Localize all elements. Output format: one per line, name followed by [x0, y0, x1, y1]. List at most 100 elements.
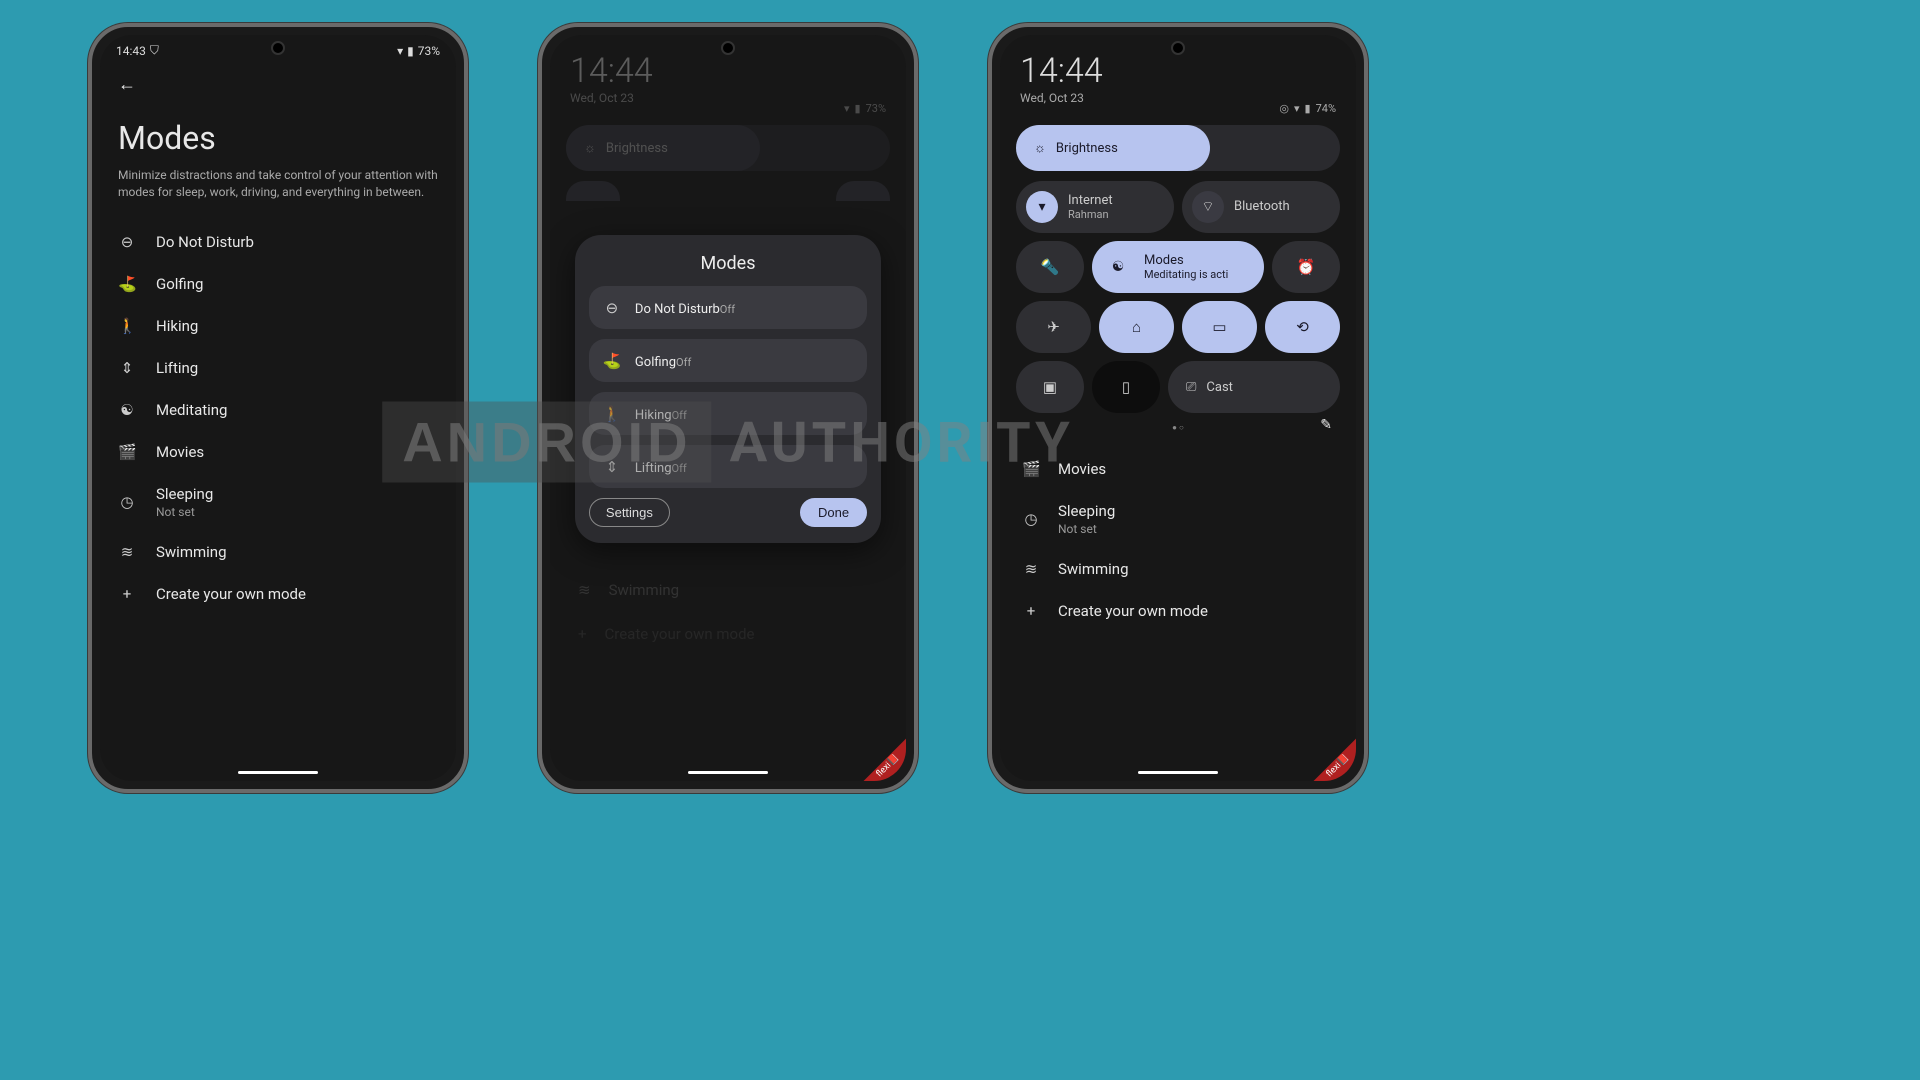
dialog-title: Modes — [589, 253, 867, 274]
mode-row[interactable]: ⊖Do Not Disturb — [100, 221, 456, 263]
flexi-corner-tag: flexi📕 — [1296, 721, 1356, 781]
qs-battery: 74% — [1316, 102, 1336, 115]
status-battery: 73% — [418, 44, 440, 58]
tile-home[interactable]: ⌂ — [1099, 301, 1174, 353]
tile-bluetooth[interactable]: ⌔ Bluetooth — [1182, 181, 1340, 233]
mode-row[interactable]: 🎬 Movies — [100, 431, 456, 473]
phone-qs-tiles: 14:44 Wed, Oct 23 ◎ ▾ ▮ 74% ☼ Brightness… — [988, 23, 1368, 793]
status-time: 14:43 — [116, 44, 146, 58]
battery-icon: ▮ — [1305, 102, 1311, 115]
tile-cast[interactable]: ⎚ Cast — [1168, 361, 1340, 413]
page-title: Modes — [100, 95, 456, 167]
mode-label: Swimming — [156, 543, 227, 561]
nav-indicator[interactable] — [688, 771, 768, 774]
tile-wallet[interactable]: ▭ — [1182, 301, 1257, 353]
tile-title: Cast — [1206, 380, 1233, 395]
nav-indicator[interactable] — [1138, 771, 1218, 774]
nav-indicator[interactable] — [238, 771, 318, 774]
cast-icon: ⎚ — [1186, 380, 1196, 395]
mode-icon: ◷ — [118, 493, 136, 511]
mode-label: Do Not Disturb — [635, 302, 720, 317]
location-icon: ◎ — [1279, 102, 1289, 115]
battery-icon: ▮ — [407, 44, 414, 58]
front-camera — [1171, 41, 1185, 55]
mode-icon: ⇕ — [118, 359, 136, 377]
mode-icon: + — [1022, 602, 1040, 620]
back-button[interactable]: ← — [100, 62, 456, 95]
modes-list-below: 🎬Movies◷SleepingNot set ≋ Swimming + Create … — [1000, 438, 1356, 632]
mode-icon: ≋ — [1022, 560, 1040, 578]
mode-label: Do Not Disturb — [156, 233, 254, 251]
mode-label: Create your own mode — [156, 585, 306, 603]
modes-dialog-overlay: Modes ⊖Do Not DisturbOff⛳GolfingOff🚶Hiki… — [550, 35, 906, 781]
mode-row[interactable]: ⛳ Golfing — [100, 263, 456, 305]
mode-sub: Off — [676, 356, 691, 369]
mode-icon: 🎬 — [118, 443, 136, 461]
tile-modes[interactable]: ☯ Modes Meditating is acti — [1092, 241, 1264, 293]
mode-label: Golfing — [156, 275, 203, 293]
mode-label: Swimming — [1058, 560, 1129, 578]
qs-time: 14:44 — [1000, 35, 1123, 91]
mode-row[interactable]: ◷ Sleeping Not set — [100, 473, 456, 531]
tile-title: Internet — [1068, 193, 1113, 209]
mode-icon: ☯ — [118, 401, 136, 419]
qs-date: Wed, Oct 23 — [1000, 91, 1123, 115]
tile-alarm[interactable]: ⏰ — [1272, 241, 1340, 293]
rotate-icon: ⟲ — [1296, 318, 1309, 336]
mode-label: Lifting — [635, 461, 672, 476]
mode-row[interactable]: + Create your own mode — [1000, 590, 1356, 632]
brightness-icon: ☼ — [1034, 140, 1046, 156]
wifi-icon: ▾ — [1294, 102, 1300, 115]
mode-label: Create your own mode — [1058, 602, 1208, 620]
page-description: Minimize distractions and take control o… — [100, 167, 456, 221]
mode-label: Hiking — [635, 408, 672, 423]
mode-icon: + — [118, 585, 136, 603]
flexi-corner-tag: flexi📕 — [846, 721, 906, 781]
tile-flashlight[interactable]: 🔦 — [1016, 241, 1084, 293]
mode-icon: 🚶 — [118, 317, 136, 335]
brightness-slider[interactable]: ☼ Brightness — [1016, 125, 1340, 171]
dialog-mode-item[interactable]: ⊖Do Not DisturbOff — [589, 286, 867, 329]
wifi-icon: ▾ — [1026, 191, 1058, 223]
dialog-mode-item[interactable]: ⛳GolfingOff — [589, 339, 867, 382]
battery-icon: ▯ — [1122, 378, 1130, 396]
tile-title: Bluetooth — [1234, 199, 1290, 215]
mode-label: Movies — [156, 443, 204, 461]
front-camera — [271, 41, 285, 55]
tile-battery-saver[interactable]: ▯ — [1092, 361, 1160, 413]
mode-icon: ⊖ — [603, 299, 621, 317]
mode-label: Movies — [1058, 460, 1106, 478]
alarm-icon: ⏰ — [1297, 258, 1316, 276]
mode-sub: Not set — [156, 505, 213, 519]
tile-internet[interactable]: ▾ Internet Rahman — [1016, 181, 1174, 233]
mode-sub: Not set — [1058, 522, 1115, 536]
tile-qr[interactable]: ▣ — [1016, 361, 1084, 413]
done-button[interactable]: Done — [800, 498, 867, 527]
dialog-mode-item[interactable]: 🚶HikingOff — [589, 392, 867, 435]
settings-button[interactable]: Settings — [589, 498, 670, 527]
mode-icon: ⇕ — [603, 458, 621, 476]
mode-row[interactable]: ≋Swimming — [100, 531, 456, 573]
mode-label: Meditating — [156, 401, 227, 419]
tile-sub: Rahman — [1068, 208, 1113, 221]
mode-row[interactable]: 🎬Movies — [1000, 448, 1356, 490]
mode-row[interactable]: ☯ Meditating — [100, 389, 456, 431]
brightness-label: Brightness — [1056, 141, 1118, 156]
mode-sub: Off — [672, 462, 687, 475]
mode-row[interactable]: ◷SleepingNot set — [1000, 490, 1356, 548]
tile-airplane[interactable]: ✈ — [1016, 301, 1091, 353]
home-icon: ⌂ — [1132, 318, 1141, 336]
mode-row[interactable]: + Create your own mode — [100, 573, 456, 615]
mode-label: Sleeping — [156, 485, 213, 503]
mode-label: Hiking — [156, 317, 198, 335]
tile-rotate[interactable]: ⟲ — [1265, 301, 1340, 353]
dialog-mode-item[interactable]: ⇕ LiftingOff — [589, 445, 867, 488]
tile-sub: Meditating is acti — [1144, 268, 1228, 281]
mode-icon: ⛳ — [118, 275, 136, 293]
edit-tiles-button[interactable]: ✎ — [1320, 417, 1332, 433]
phone-qs-modes-dialog: 14:44 Wed, Oct 23 ▾ ▮ 73% ☼ Brightness — [538, 23, 918, 793]
mode-row[interactable]: 🚶 Hiking — [100, 305, 456, 347]
mode-icon: 🚶 — [603, 405, 621, 423]
mode-row[interactable]: ≋ Swimming — [1000, 548, 1356, 590]
mode-row[interactable]: ⇕Lifting — [100, 347, 456, 389]
